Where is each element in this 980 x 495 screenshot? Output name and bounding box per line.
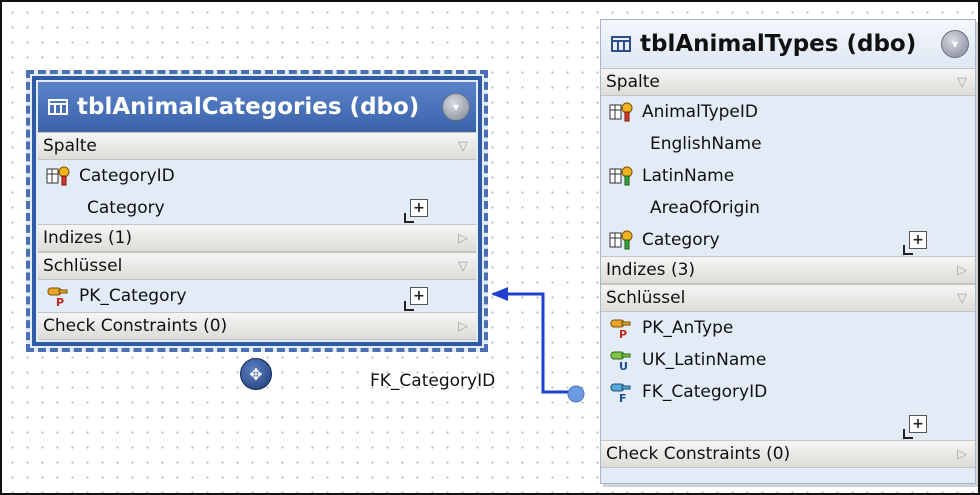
- section-keys[interactable]: Schlüssel ▽: [38, 252, 476, 280]
- foreign-key-icon: F: [610, 383, 631, 403]
- primary-key-icon: P: [47, 287, 68, 307]
- section-indexes[interactable]: Indizes (1) ▷: [38, 224, 476, 252]
- expand-triangle-icon[interactable]: ▷: [957, 263, 967, 278]
- column-row[interactable]: AreaOfOrigin: [601, 192, 975, 224]
- section-label: Indizes (3): [606, 260, 696, 280]
- column-row[interactable]: EnglishName: [601, 128, 975, 160]
- add-column-icon[interactable]: +: [404, 199, 428, 223]
- column-name: CategoryID: [79, 166, 175, 186]
- collapse-button[interactable]: ▾: [941, 30, 969, 58]
- key-column-icon: [609, 230, 633, 250]
- relation-label[interactable]: FK_CategoryID: [370, 371, 495, 391]
- column-row[interactable]: Category +: [38, 192, 476, 224]
- key-name: FK_CategoryID: [642, 382, 768, 402]
- column-name: EnglishName: [650, 134, 762, 154]
- section-indexes[interactable]: Indizes (3) ▷: [601, 256, 975, 284]
- unique-key-icon: U: [610, 351, 631, 371]
- section-label: Spalte: [606, 72, 660, 92]
- table-title: tblAnimalCategories (dbo): [77, 94, 420, 120]
- collapse-triangle-icon[interactable]: ▽: [458, 259, 468, 274]
- column-row[interactable]: Category +: [601, 224, 975, 256]
- table-header[interactable]: tblAnimalTypes (dbo) ▾: [601, 20, 975, 68]
- expand-triangle-icon[interactable]: ▷: [458, 319, 468, 334]
- diagram-canvas[interactable]: tblAnimalCategories (dbo) ▾ Spalte ▽ Cat…: [0, 0, 980, 495]
- svg-text:U: U: [619, 360, 628, 371]
- key-row[interactable]: P PK_AnType: [601, 312, 975, 344]
- key-row[interactable]: P PK_Category +: [38, 280, 476, 312]
- add-key-icon[interactable]: +: [404, 287, 428, 311]
- svg-text:P: P: [619, 328, 627, 339]
- column-name: Category: [642, 230, 720, 250]
- key-name: PK_Category: [79, 286, 187, 306]
- section-label: Check Constraints (0): [606, 444, 791, 464]
- key-column-icon: [46, 166, 70, 186]
- table-icon: [48, 99, 68, 115]
- table-header[interactable]: tblAnimalCategories (dbo) ▾: [38, 82, 476, 132]
- section-label: Schlüssel: [43, 256, 123, 276]
- add-key-row[interactable]: +: [601, 408, 975, 440]
- table-title: tblAnimalTypes (dbo): [640, 31, 917, 57]
- section-label: Schlüssel: [606, 288, 686, 308]
- column-name: AreaOfOrigin: [650, 198, 760, 218]
- collapse-triangle-icon[interactable]: ▽: [957, 291, 967, 306]
- section-columns[interactable]: Spalte ▽: [38, 132, 476, 160]
- section-check-constraints[interactable]: Check Constraints (0) ▷: [38, 312, 476, 340]
- section-keys[interactable]: Schlüssel ▽: [601, 284, 975, 312]
- svg-text:P: P: [56, 296, 64, 307]
- key-name: PK_AnType: [642, 318, 734, 338]
- table-tblAnimalCategories[interactable]: tblAnimalCategories (dbo) ▾ Spalte ▽ Cat…: [26, 70, 488, 352]
- column-name: AnimalTypeID: [642, 102, 758, 122]
- column-row[interactable]: LatinName: [601, 160, 975, 192]
- column-row[interactable]: CategoryID: [38, 160, 476, 192]
- section-label: Spalte: [43, 136, 97, 156]
- expand-triangle-icon[interactable]: ▷: [458, 231, 468, 246]
- section-check-constraints[interactable]: Check Constraints (0) ▷: [601, 440, 975, 468]
- key-name: UK_LatinName: [642, 350, 767, 370]
- primary-key-icon: P: [610, 319, 631, 339]
- section-label: Indizes (1): [43, 228, 133, 248]
- table-icon: [611, 36, 631, 52]
- add-key-icon[interactable]: +: [903, 415, 927, 439]
- key-row[interactable]: F FK_CategoryID: [601, 376, 975, 408]
- collapse-button[interactable]: ▾: [442, 93, 470, 121]
- section-label: Check Constraints (0): [43, 316, 228, 336]
- relation-arrowhead: [491, 287, 508, 301]
- table-tblAnimalTypes[interactable]: tblAnimalTypes (dbo) ▾ Spalte ▽ AnimalTy…: [600, 19, 976, 484]
- section-columns[interactable]: Spalte ▽: [601, 68, 975, 96]
- relation-endpoint-handle: [567, 385, 585, 403]
- expand-triangle-icon[interactable]: ▷: [957, 447, 967, 462]
- collapse-triangle-icon[interactable]: ▽: [957, 75, 967, 90]
- key-row[interactable]: U UK_LatinName: [601, 344, 975, 376]
- table-footer: [601, 468, 975, 483]
- key-column-icon: [609, 102, 633, 122]
- column-name: LatinName: [642, 166, 735, 186]
- add-column-icon[interactable]: +: [903, 231, 927, 255]
- svg-text:F: F: [619, 392, 627, 403]
- column-name: Category: [87, 198, 165, 218]
- unique-column-icon: [609, 166, 633, 186]
- move-handle-icon[interactable]: ✥: [240, 358, 272, 390]
- column-row[interactable]: AnimalTypeID: [601, 96, 975, 128]
- collapse-triangle-icon[interactable]: ▽: [458, 139, 468, 154]
